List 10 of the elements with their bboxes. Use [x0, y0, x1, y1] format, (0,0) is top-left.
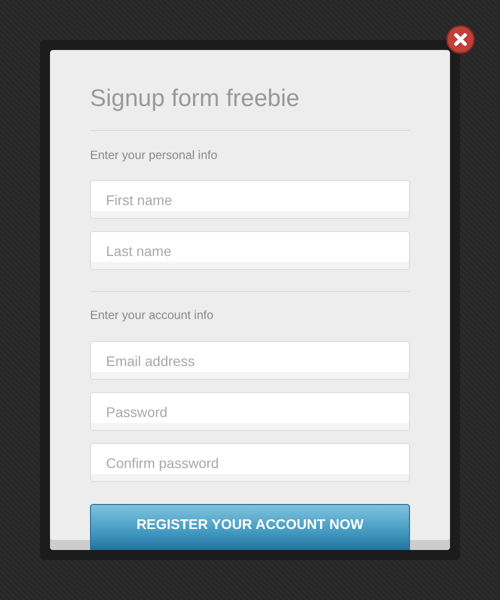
- input-field[interactable]: Email address: [90, 341, 410, 380]
- register-button[interactable]: REGISTER YOUR ACCOUNT NOW: [90, 504, 410, 550]
- form-title: Signup form freebie: [90, 84, 300, 114]
- close-icon[interactable]: [446, 25, 475, 54]
- input-field[interactable]: Password: [90, 392, 410, 431]
- input-field[interactable]: First name: [90, 180, 410, 219]
- section-label: Enter your personal info: [90, 147, 218, 163]
- input-field[interactable]: Last name: [90, 231, 410, 270]
- section-label: Enter your account info: [90, 307, 214, 323]
- input-field[interactable]: Confirm password: [90, 443, 410, 482]
